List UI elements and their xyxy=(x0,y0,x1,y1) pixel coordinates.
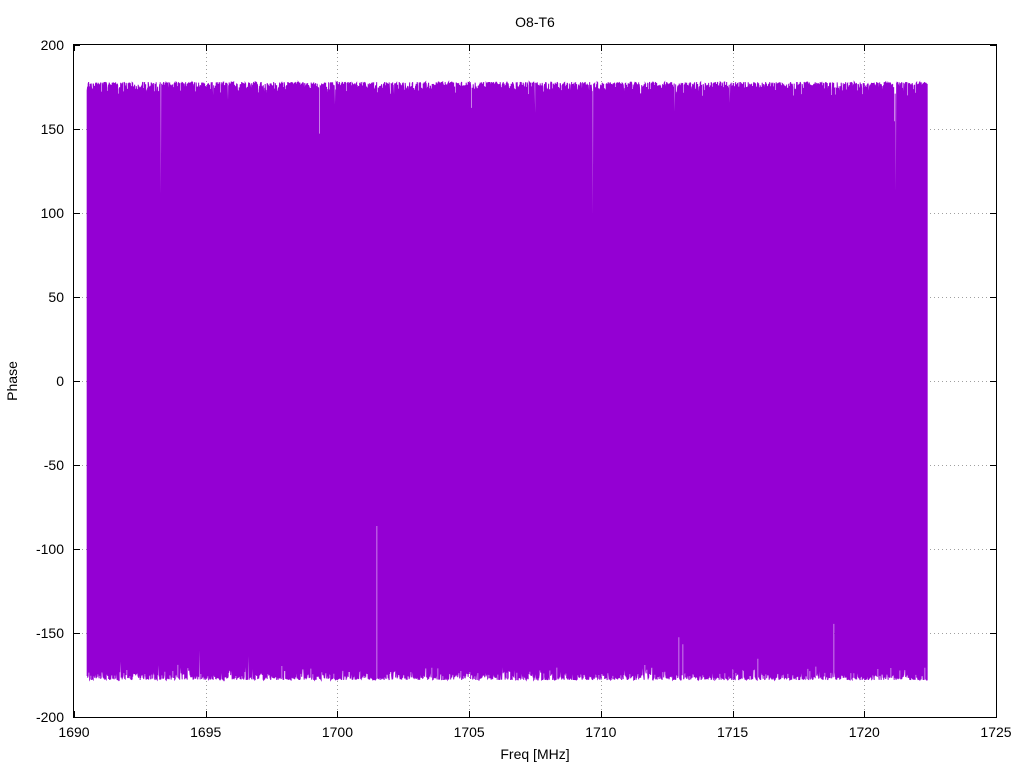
y-tick-label: -50 xyxy=(44,457,64,473)
phase-chart: 1690 1695 1700 1705 1710 1715 1720 1725 200 150 10… xyxy=(4,14,1012,762)
phase-series-line xyxy=(86,80,928,682)
x-tick-label: 1705 xyxy=(454,724,485,740)
x-tick-label: 1700 xyxy=(322,724,353,740)
x-tick-label: 1715 xyxy=(717,724,748,740)
x-tick-label: 1710 xyxy=(585,724,616,740)
series-phase xyxy=(86,80,928,682)
y-tick-label: -100 xyxy=(36,541,64,557)
y-tick-label: 0 xyxy=(56,373,64,389)
y-tick-label: 200 xyxy=(41,37,65,53)
y-axis-label: Phase xyxy=(4,361,20,401)
x-tick-label: 1690 xyxy=(58,724,89,740)
y-tick-label: -200 xyxy=(36,709,64,725)
x-tick-label: 1725 xyxy=(980,724,1011,740)
x-tick-label: 1720 xyxy=(849,724,880,740)
x-tick-label: 1695 xyxy=(190,724,221,740)
y-tick-label: 100 xyxy=(41,205,65,221)
y-tick-label: -150 xyxy=(36,625,64,641)
y-tick-label: 50 xyxy=(48,289,64,305)
x-axis-label: Freq [MHz] xyxy=(500,746,569,762)
y-tick-label: 150 xyxy=(41,121,65,137)
chart-title: O8-T6 xyxy=(515,14,555,30)
